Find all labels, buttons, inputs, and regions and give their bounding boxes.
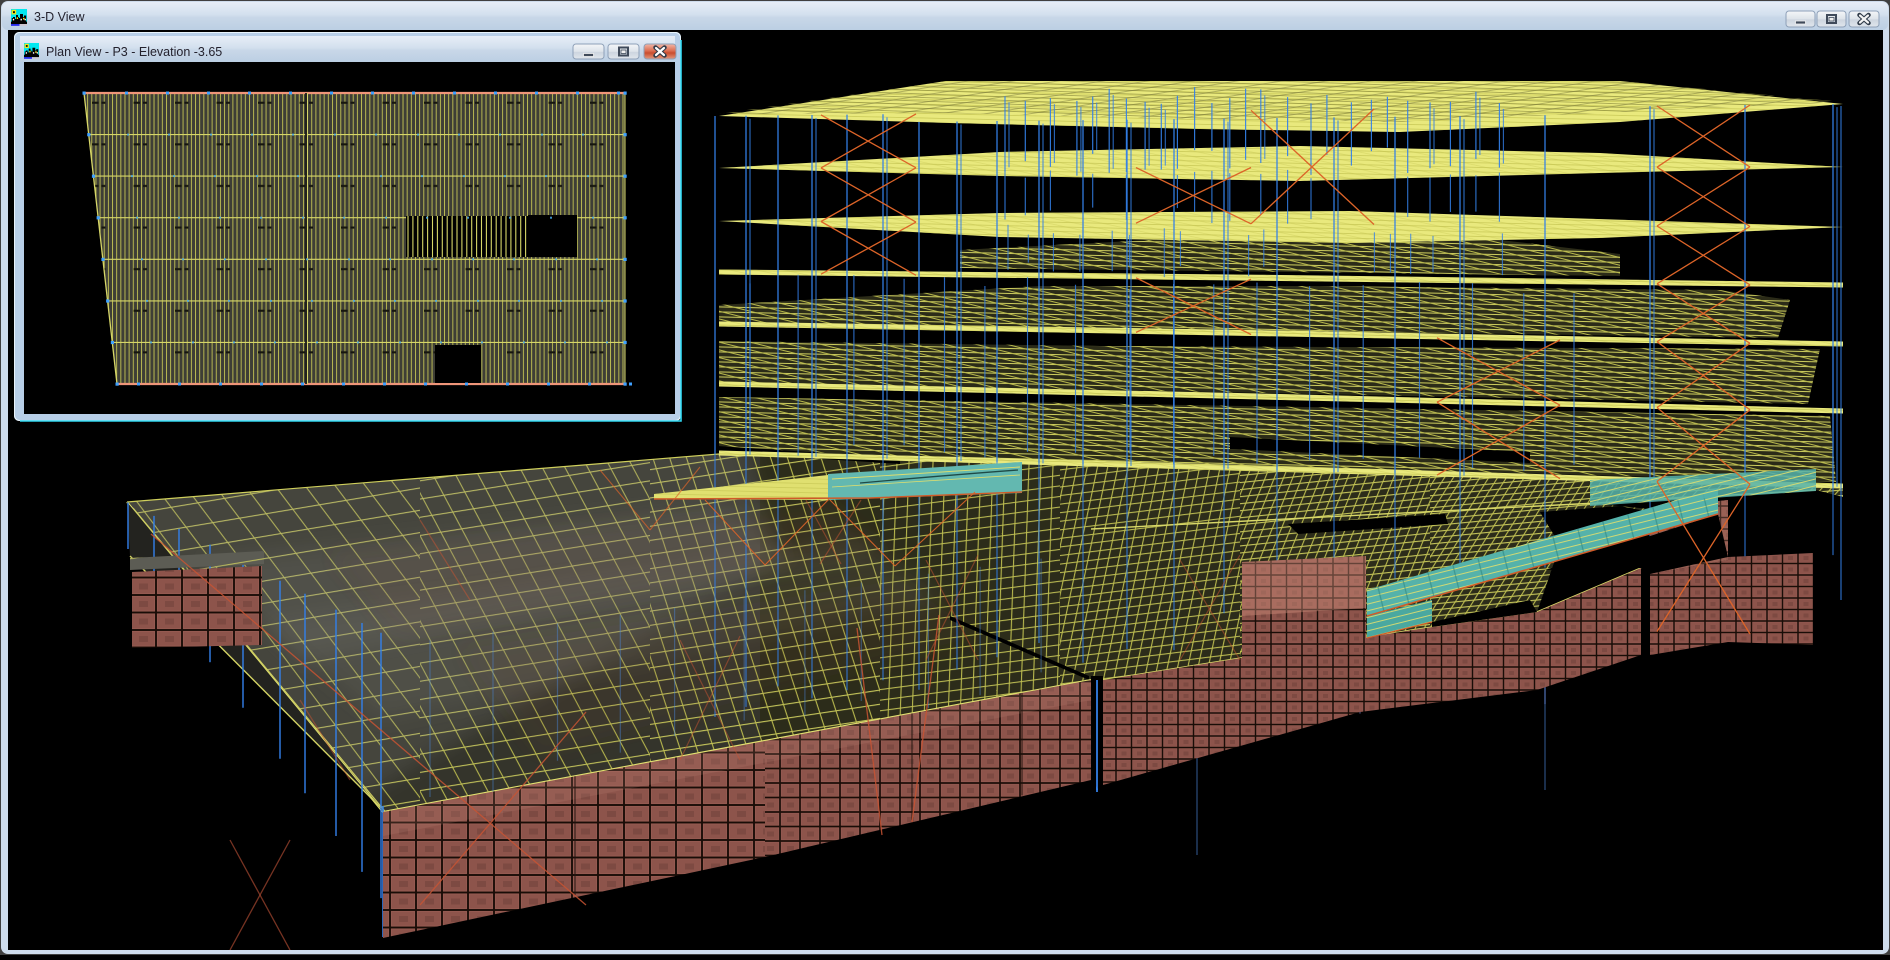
svg-text:Plan View - P3 - Elevation -3.: Plan View - P3 - Elevation -3.65 <box>46 45 222 59</box>
svg-text:3-D View: 3-D View <box>34 10 85 24</box>
